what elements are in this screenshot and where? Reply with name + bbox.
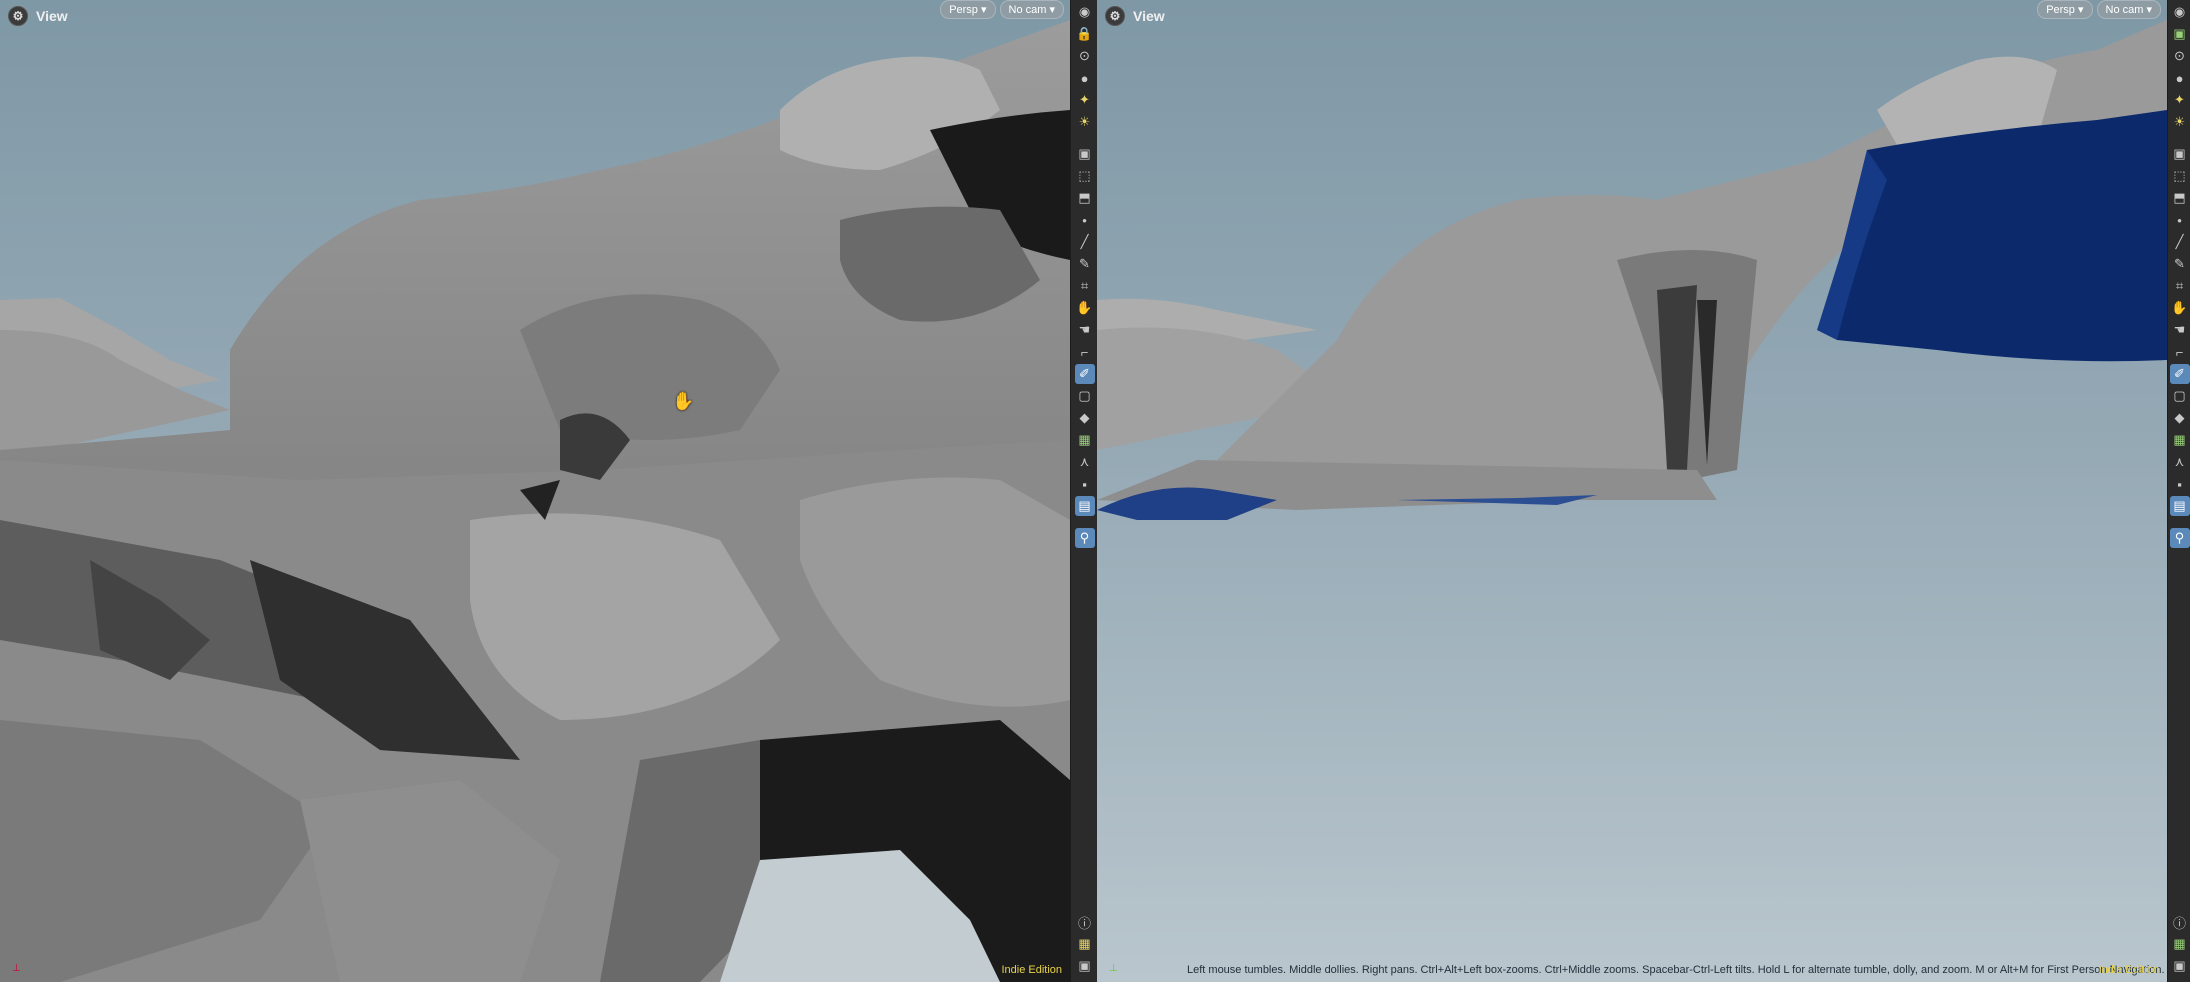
pen-icon[interactable]: ✐ — [1074, 364, 1095, 384]
transform-icon[interactable]: ⬒ — [2170, 188, 2190, 208]
shape-icon[interactable]: ◆ — [1075, 408, 1095, 428]
edge-icon[interactable]: ╱ — [2170, 232, 2190, 252]
edge-icon[interactable]: ╱ — [1075, 232, 1095, 252]
info-icon[interactable]: ⓘ — [2170, 912, 2190, 932]
square-icon[interactable]: ▢ — [2170, 386, 2190, 406]
persp-menu-label: Persp — [2046, 4, 2075, 16]
cam-menu[interactable]: No cam ▾ — [2096, 0, 2161, 19]
axis-gizmo-icon: ⊥ — [12, 963, 21, 974]
box-select-icon[interactable]: ⌐ — [1075, 342, 1095, 362]
sphere-icon[interactable]: ● — [2170, 68, 2190, 88]
tool-icon-3[interactable]: ☚ — [1075, 320, 1095, 340]
point-icon[interactable]: • — [1075, 210, 1095, 230]
right-viewport[interactable]: ⚙ View Persp ▾ No cam ▾ ⊥ Left mouse tum… — [1097, 0, 2167, 982]
sphere-icon[interactable]: ● — [1075, 68, 1095, 88]
pin-icon[interactable]: ⚲ — [1074, 528, 1095, 548]
eye-icon[interactable]: ◉ — [2170, 2, 2190, 22]
transform-icon[interactable]: ⬒ — [1075, 188, 1095, 208]
camera-menus: Persp ▾ No cam ▾ — [2037, 0, 2161, 19]
tool-icon-2[interactable]: ✋ — [2170, 298, 2190, 318]
snap-icon[interactable]: ⊙ — [1075, 46, 1095, 66]
snap-icon[interactable]: ⊙ — [2170, 46, 2190, 66]
eye-icon[interactable]: ◉ — [1075, 2, 1095, 22]
tool-icon[interactable]: ⌗ — [2170, 276, 2190, 296]
light-icon[interactable]: ✦ — [2170, 90, 2190, 110]
right-viewport-pane[interactable]: ⚙ View Persp ▾ No cam ▾ ⊥ Left mouse tum… — [1097, 0, 2167, 982]
shape-icon[interactable]: ◆ — [2170, 408, 2190, 428]
display-icon[interactable]: ▤ — [2169, 496, 2190, 516]
cam-menu-label: No cam — [2105, 4, 2144, 16]
hand-cursor-icon: ✋ — [672, 391, 695, 411]
tool-icon-3[interactable]: ☚ — [2170, 320, 2190, 340]
box-icon[interactable]: ▪ — [2170, 474, 2190, 494]
view-title: ⚙ View — [8, 6, 68, 26]
point-icon[interactable]: • — [2170, 210, 2190, 230]
pin-icon[interactable]: ⚲ — [2169, 528, 2190, 548]
navigation-hint: Left mouse tumbles. Middle dollies. Righ… — [1187, 964, 2165, 976]
persp-menu[interactable]: Persp ▾ — [2037, 0, 2093, 19]
camera-icon[interactable]: ▣ — [1075, 144, 1095, 164]
pen-icon[interactable]: ✐ — [2169, 364, 2190, 384]
cam-menu[interactable]: No cam ▾ — [999, 0, 1064, 19]
tool-icon[interactable]: ⌗ — [1075, 276, 1095, 296]
view-title: ⚙ View — [1105, 6, 1165, 26]
tool-icon-2[interactable]: ✋ — [1075, 298, 1095, 318]
viewport-menu-icon[interactable]: ⚙ — [8, 6, 28, 26]
box-icon[interactable]: ▪ — [1075, 474, 1095, 494]
right-display-toolbar: ◉ ▣ ⊙ ● ✦ ☀ ▣ ⬚ ⬒ • ╱ ✎ ⌗ ✋ ☚ ⌐ ✐ ▢ ◆ ▦ … — [2167, 0, 2190, 982]
brush-icon[interactable]: ✎ — [2170, 254, 2190, 274]
select-icon[interactable]: ⬚ — [1075, 166, 1095, 186]
view-title-text: View — [1133, 8, 1165, 24]
edition-label: Indie Edition — [2098, 964, 2159, 976]
light-bulb-icon[interactable]: ☀ — [1075, 112, 1095, 132]
light-icon[interactable]: ✦ — [1075, 90, 1095, 110]
handle-icon[interactable]: ⋏ — [2170, 452, 2190, 472]
snapshot-icon[interactable]: ▣ — [2170, 956, 2190, 976]
handle-icon[interactable]: ⋏ — [1075, 452, 1095, 472]
camera-menus: Persp ▾ No cam ▾ — [940, 0, 1064, 19]
persp-menu-label: Persp — [949, 4, 978, 16]
select-icon[interactable]: ⬚ — [2170, 166, 2190, 186]
square-icon[interactable]: ▢ — [1075, 386, 1095, 406]
info-icon[interactable]: ⓘ — [1075, 912, 1095, 932]
light-bulb-icon[interactable]: ☀ — [2170, 112, 2190, 132]
camera-icon[interactable]: ▣ — [2170, 144, 2190, 164]
terrain-render — [0, 20, 1070, 982]
display-icon[interactable]: ▤ — [1074, 496, 1095, 516]
persp-menu[interactable]: Persp ▾ — [940, 0, 996, 19]
view-title-text: View — [36, 8, 68, 24]
grid-icon[interactable]: ▦ — [1075, 430, 1095, 450]
grid-icon[interactable]: ▦ — [2170, 430, 2190, 450]
axis-gizmo-icon: ⊥ — [1109, 963, 1118, 974]
lock-icon[interactable]: ▣ — [2170, 24, 2190, 44]
layout-icon[interactable]: ▦ — [1075, 934, 1095, 954]
brush-icon[interactable]: ✎ — [1075, 254, 1095, 274]
terrain-render — [1097, 20, 2167, 520]
snapshot-icon[interactable]: ▣ — [1075, 956, 1095, 976]
edition-label: Indie Edition — [1001, 964, 1062, 976]
left-viewport-pane[interactable]: ⚙ View Persp ▾ No cam ▾ ✋ ⊥ Indie Editio… — [0, 0, 1070, 982]
lock-icon[interactable]: 🔒 — [1075, 24, 1095, 44]
left-viewport[interactable]: ⚙ View Persp ▾ No cam ▾ ✋ ⊥ Indie Editio… — [0, 0, 1070, 982]
left-display-toolbar: ◉ 🔒 ⊙ ● ✦ ☀ ▣ ⬚ ⬒ • ╱ ✎ ⌗ ✋ ☚ ⌐ ✐ ▢ ◆ ▦ … — [1070, 0, 1098, 982]
viewport-menu-icon[interactable]: ⚙ — [1105, 6, 1125, 26]
cam-menu-label: No cam — [1008, 4, 1047, 16]
layout-icon[interactable]: ▦ — [2170, 934, 2190, 954]
box-select-icon[interactable]: ⌐ — [2170, 342, 2190, 362]
